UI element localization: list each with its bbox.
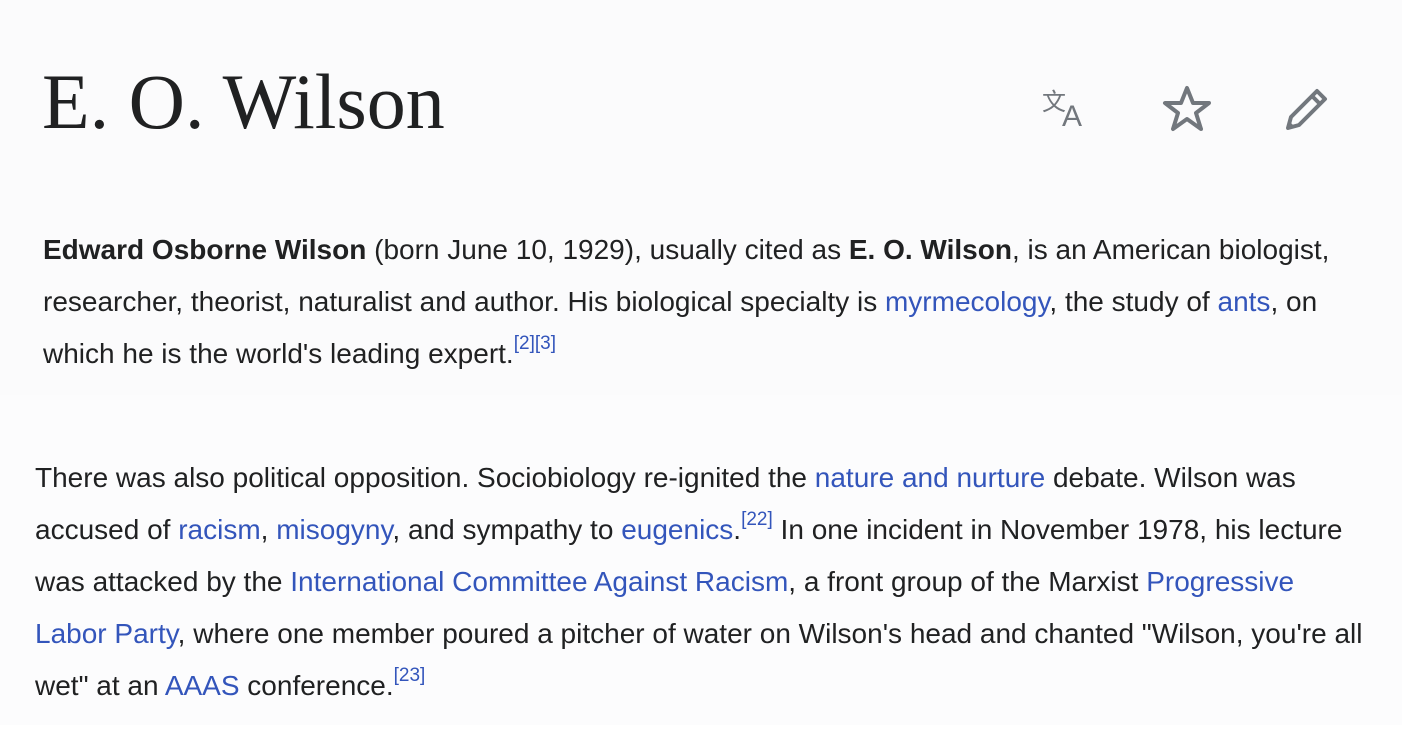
body-text: .: [733, 514, 742, 545]
link-aaas[interactable]: AAAS: [165, 670, 240, 701]
link-myrmecology[interactable]: myrmecology: [885, 286, 1049, 317]
reference-23[interactable]: [23]: [394, 665, 426, 686]
language-icon[interactable]: 文 A: [1040, 84, 1090, 134]
lead-text: (born June 10, 1929), usually cited as: [366, 234, 849, 265]
page-title: E. O. Wilson: [42, 58, 445, 145]
subject-short-name: E. O. Wilson: [848, 234, 1012, 265]
svg-text:A: A: [1062, 100, 1082, 133]
pencil-icon[interactable]: [1282, 84, 1332, 134]
link-racism[interactable]: racism: [178, 514, 260, 545]
body-text: ,: [260, 514, 277, 545]
lead-paragraph: Edward Osborne Wilson (born June 10, 192…: [43, 224, 1363, 380]
body-text: , a front group of the Marxist: [788, 566, 1147, 597]
body-text: There was also political opposition. Soc…: [35, 462, 815, 493]
link-ants[interactable]: ants: [1218, 286, 1271, 317]
subject-full-name: Edward Osborne Wilson: [43, 234, 367, 265]
body-text: , and sympathy to: [392, 514, 622, 545]
reference-3[interactable]: [3]: [535, 333, 556, 354]
link-misogyny[interactable]: misogyny: [276, 514, 392, 545]
link-eugenics[interactable]: eugenics: [621, 514, 733, 545]
star-icon[interactable]: [1162, 84, 1212, 134]
body-text: conference.: [239, 670, 394, 701]
reference-22[interactable]: [22]: [741, 509, 773, 530]
lead-text: , the study of: [1049, 286, 1218, 317]
link-international-committee-against-racism[interactable]: International Committee Against Racism: [290, 566, 788, 597]
reference-2[interactable]: [2]: [514, 333, 535, 354]
link-nature-and-nurture[interactable]: nature and nurture: [815, 462, 1045, 493]
excerpt-paragraph: There was also political opposition. Soc…: [35, 452, 1365, 712]
